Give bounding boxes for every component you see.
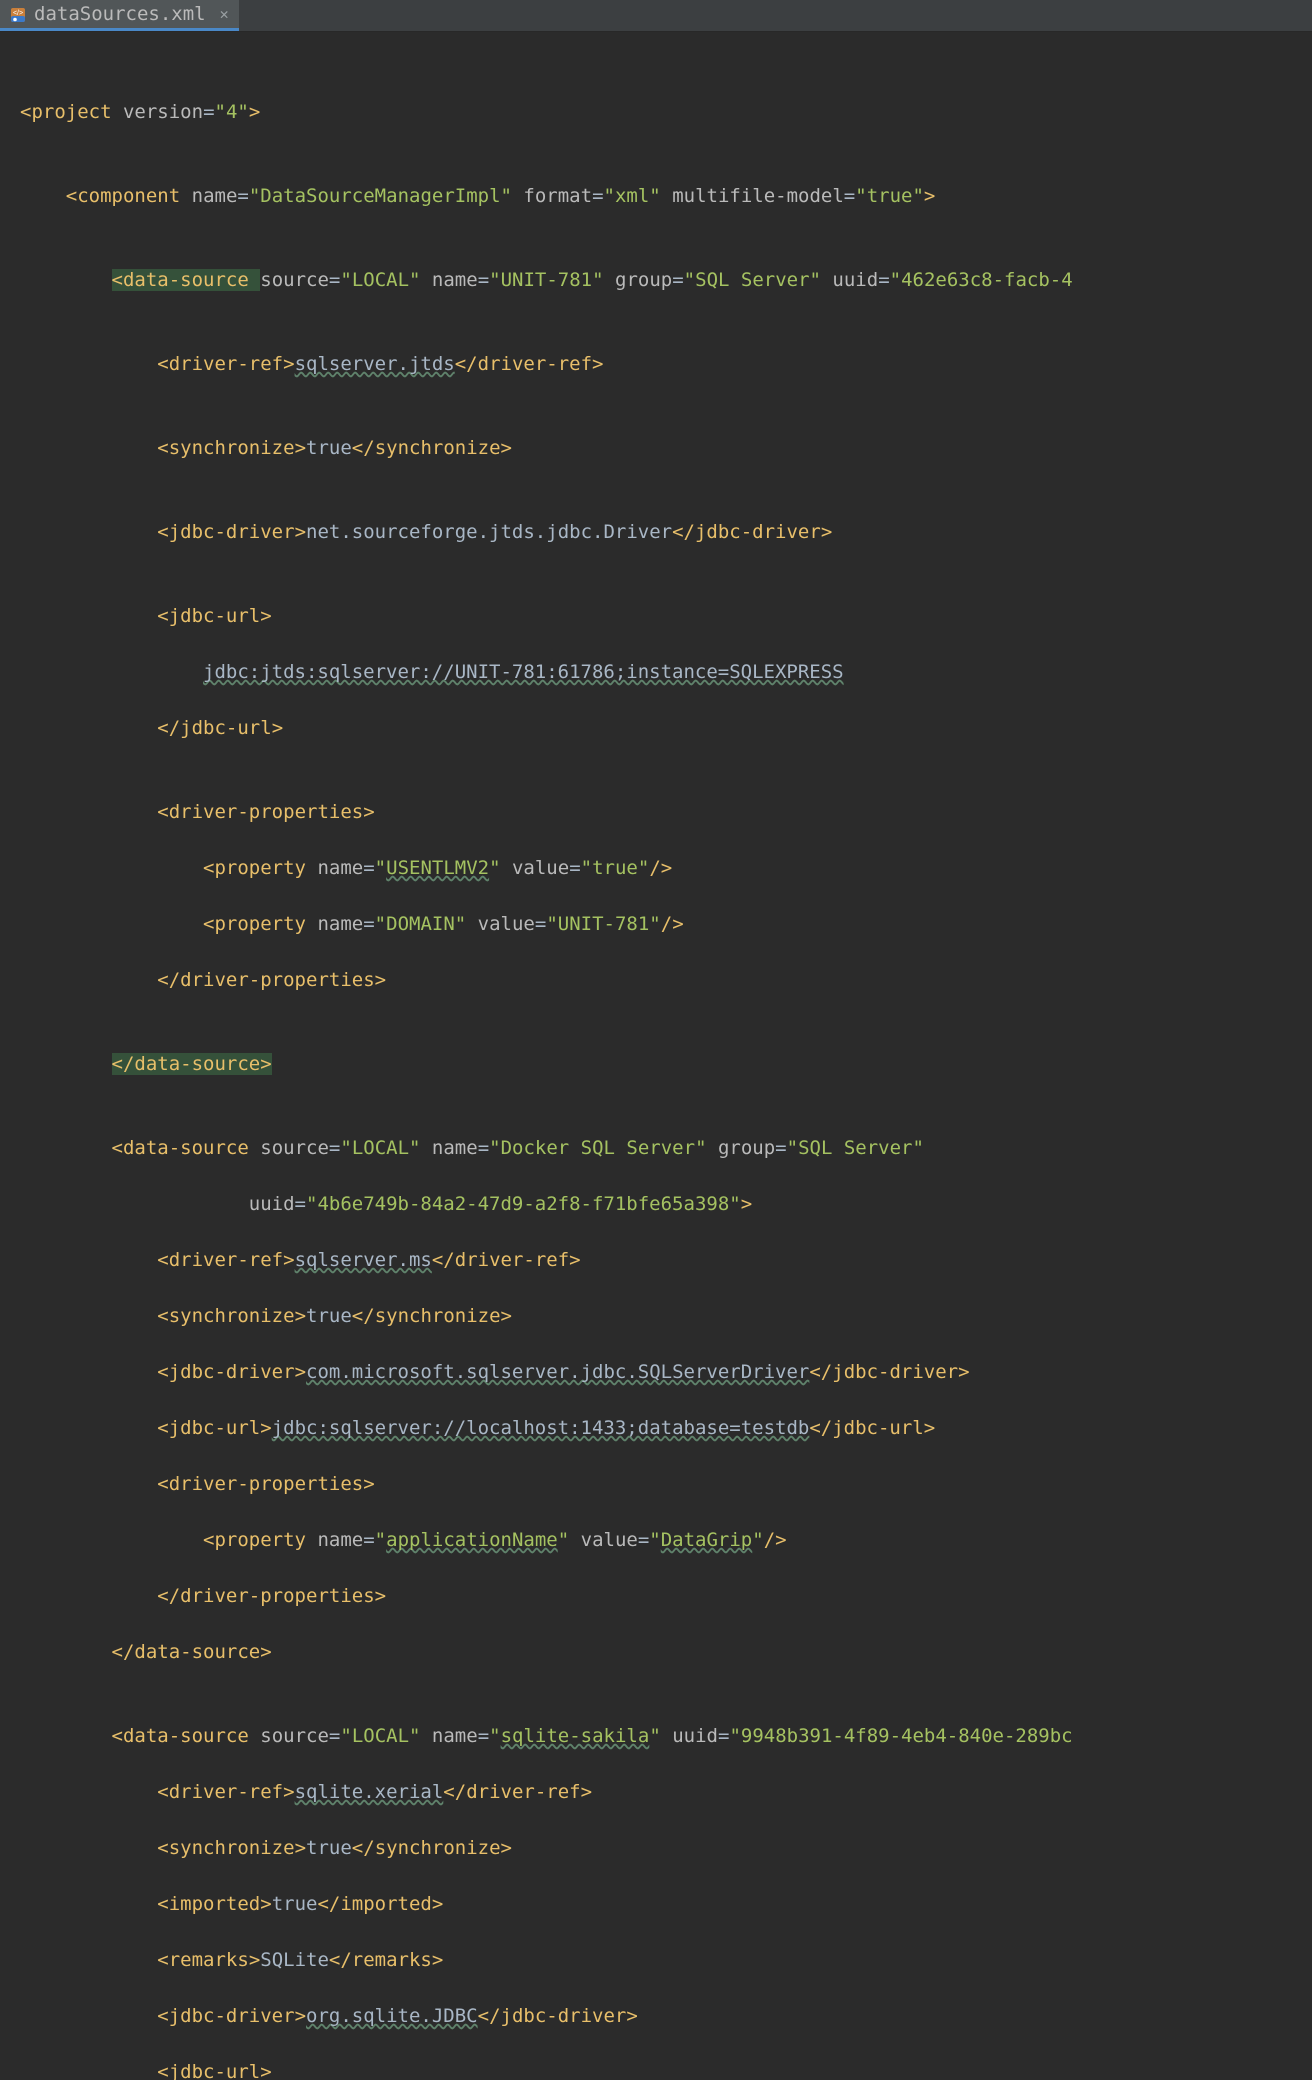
code-line: <driver-ref>sqlite.xerial</driver-ref>: [20, 1778, 1312, 1806]
code-line: <data-source source="LOCAL" name="sqlite…: [20, 1722, 1312, 1750]
code-line: <jdbc-url>jdbc:sqlserver://localhost:143…: [20, 1414, 1312, 1442]
code-line: <property name="applicationName" value="…: [20, 1526, 1312, 1554]
code-line: <synchronize>true</synchronize>: [20, 434, 1312, 462]
code-line: <jdbc-driver>org.sqlite.JDBC</jdbc-drive…: [20, 2002, 1312, 2030]
code-line: <property name="USENTLMV2" value="true"/…: [20, 854, 1312, 882]
code-line: <synchronize>true</synchronize>: [20, 1834, 1312, 1862]
code-line: <driver-properties>: [20, 1470, 1312, 1498]
xml-file-icon: </>: [10, 6, 26, 22]
tab-bar: </> dataSources.xml ✕: [0, 0, 1312, 32]
code-line: </driver-properties>: [20, 966, 1312, 994]
code-line: </data-source>: [20, 1638, 1312, 1666]
code-line: <property name="DOMAIN" value="UNIT-781"…: [20, 910, 1312, 938]
file-tab[interactable]: </> dataSources.xml ✕: [0, 0, 239, 31]
code-line: jdbc:jtds:sqlserver://UNIT-781:61786;ins…: [20, 658, 1312, 686]
code-line: <jdbc-driver>com.microsoft.sqlserver.jdb…: [20, 1358, 1312, 1386]
code-line: <driver-ref>sqlserver.ms</driver-ref>: [20, 1246, 1312, 1274]
code-line: <remarks>SQLite</remarks>: [20, 1946, 1312, 1974]
file-tab-label: dataSources.xml: [34, 3, 206, 25]
code-editor[interactable]: <project version="4"> <component name="D…: [0, 32, 1312, 2080]
code-line: <synchronize>true</synchronize>: [20, 1302, 1312, 1330]
code-line: <component name="DataSourceManagerImpl" …: [20, 182, 1312, 210]
code-line: <data-source source="LOCAL" name="Docker…: [20, 1134, 1312, 1162]
code-line: </driver-properties>: [20, 1582, 1312, 1610]
code-line: <data-source source="LOCAL" name="UNIT-7…: [20, 266, 1312, 294]
code-line: <jdbc-url>: [20, 2058, 1312, 2080]
code-line: <imported>true</imported>: [20, 1890, 1312, 1918]
code-line: <jdbc-driver>net.sourceforge.jtds.jdbc.D…: [20, 518, 1312, 546]
close-icon[interactable]: ✕: [214, 5, 229, 23]
svg-text:</>: </>: [13, 10, 23, 17]
code-line: </jdbc-url>: [20, 714, 1312, 742]
code-line: <driver-ref>sqlserver.jtds</driver-ref>: [20, 350, 1312, 378]
code-line: </data-source>: [20, 1050, 1312, 1078]
code-line: <project version="4">: [20, 98, 1312, 126]
code-line: uuid="4b6e749b-84a2-47d9-a2f8-f71bfe65a3…: [20, 1190, 1312, 1218]
code-line: <driver-properties>: [20, 798, 1312, 826]
code-line: <jdbc-url>: [20, 602, 1312, 630]
